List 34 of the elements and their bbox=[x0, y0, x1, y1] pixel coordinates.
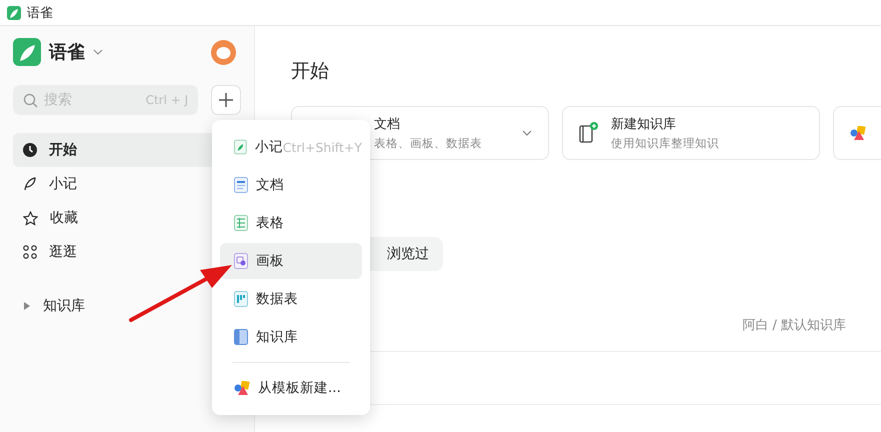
create-card[interactable]: 新建知识库 使用知识库整理知识 bbox=[562, 106, 820, 160]
shapes-icon bbox=[850, 126, 866, 140]
book-icon bbox=[234, 329, 248, 345]
menu-item[interactable]: 画板 bbox=[220, 243, 362, 279]
window-title: 语雀 bbox=[27, 4, 53, 22]
chevron-down-icon[interactable] bbox=[522, 130, 532, 136]
whiteboard-icon bbox=[234, 253, 248, 269]
page-title: 开始 bbox=[291, 59, 330, 84]
logo-icon bbox=[7, 6, 21, 20]
search-icon bbox=[23, 92, 38, 108]
avatar[interactable] bbox=[211, 40, 236, 64]
card-title: 文档 bbox=[374, 116, 401, 133]
feather-icon bbox=[23, 177, 37, 191]
menu-item[interactable]: 从模板新建... bbox=[220, 370, 362, 406]
tab[interactable]: 浏览过 bbox=[373, 237, 443, 271]
logo-icon bbox=[13, 38, 41, 66]
caret-right-icon[interactable] bbox=[23, 302, 31, 310]
star-icon bbox=[23, 210, 38, 226]
card-subtitle: 表格、画板、数据表 bbox=[374, 136, 483, 151]
shapes-icon bbox=[234, 380, 250, 396]
data-table-icon bbox=[234, 291, 248, 307]
app-name: 语雀 bbox=[49, 41, 85, 64]
card-subtitle: 使用知识库整理知识 bbox=[611, 136, 720, 151]
card-title: 新建知识库 bbox=[611, 116, 677, 133]
grid-icon bbox=[23, 245, 37, 259]
add-button[interactable] bbox=[211, 85, 241, 115]
clock-icon bbox=[23, 143, 37, 157]
book-add-icon bbox=[579, 122, 599, 144]
spreadsheet-icon bbox=[234, 215, 248, 231]
document-icon bbox=[234, 177, 248, 193]
plus-icon bbox=[219, 93, 234, 107]
location-text: 阿白 / 默认知识库 bbox=[742, 317, 846, 334]
leaf-icon bbox=[234, 139, 247, 155]
chevron-down-icon[interactable] bbox=[93, 49, 103, 55]
